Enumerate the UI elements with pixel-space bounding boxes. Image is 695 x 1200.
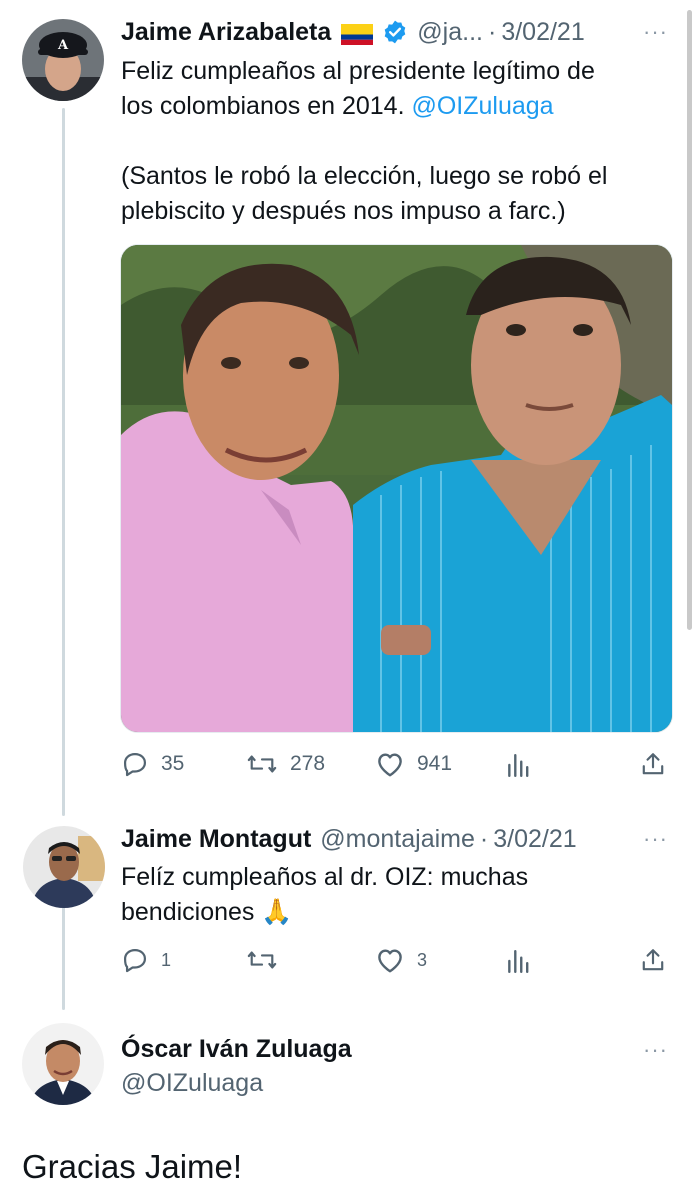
author-handle[interactable]: @montajaime: [320, 824, 475, 854]
tweet-text-line: bendiciones 🙏: [121, 895, 671, 930]
separator-dot: ·: [487, 18, 497, 46]
separator-dot: ·: [479, 825, 489, 853]
retweet-button[interactable]: 278: [246, 750, 325, 778]
more-options-icon[interactable]: ···: [643, 828, 668, 850]
tweet-date[interactable]: 3/02/21: [501, 17, 584, 47]
tweet-text: Gracias Jaime!: [22, 1148, 243, 1185]
retweet-count: 278: [290, 752, 326, 775]
avatar-jaime-montagut[interactable]: [23, 826, 105, 908]
reply-button[interactable]: 1: [121, 946, 171, 974]
praying-hands-emoji: 🙏: [261, 898, 293, 926]
more-options-icon[interactable]: ···: [643, 21, 668, 43]
author-handle[interactable]: @OIZuluaga: [121, 1068, 263, 1098]
avatar-image: [23, 826, 105, 908]
avatar-oscar-ivan-zuluaga[interactable]: [22, 1023, 104, 1105]
author-handle[interactable]: @ja...: [417, 17, 483, 47]
like-button[interactable]: 3: [375, 946, 427, 974]
heart-icon: [378, 753, 402, 777]
tweet-text-segment: bendiciones: [121, 898, 255, 926]
like-button[interactable]: 941: [375, 750, 452, 778]
like-count: 941: [417, 752, 453, 775]
mention-link[interactable]: @OIZuluaga: [411, 92, 553, 120]
scrollbar-thumb[interactable]: [687, 10, 692, 630]
photo-image: [121, 245, 672, 732]
tweet-header: Jaime Montagut @montajaime · 3/02/21: [121, 824, 577, 854]
retweet-icon: [247, 951, 277, 969]
analytics-icon: [508, 754, 529, 778]
reply-icon: [123, 948, 147, 973]
reply-count: 35: [161, 752, 185, 775]
tweet-text: Felíz cumpleaños al dr. OIZ: muchas bend…: [121, 860, 671, 930]
tweet-photo[interactable]: [120, 244, 673, 733]
analytics-button[interactable]: [504, 752, 532, 778]
author-name[interactable]: Jaime Arizabaleta: [121, 17, 331, 47]
tweet-text-line: Felíz cumpleaños al dr. OIZ: muchas: [121, 863, 529, 891]
share-button[interactable]: [640, 750, 666, 778]
heart-icon: [378, 949, 402, 973]
avatar-image: A: [22, 19, 104, 101]
svg-text:A: A: [57, 38, 69, 53]
share-icon: [642, 949, 664, 971]
tweet-date[interactable]: 3/02/21: [493, 824, 576, 854]
analytics-button[interactable]: [504, 948, 532, 974]
tweet-text-line: (Santos le robó la elección, luego se ro…: [121, 162, 608, 190]
tweet-text-segment: los colombianos en 2014.: [121, 92, 412, 120]
tweet-text-line: plebiscito y después nos impuso a farc.): [121, 197, 566, 225]
share-button[interactable]: [640, 946, 666, 974]
author-name[interactable]: Jaime Montagut: [121, 824, 311, 854]
thread-line-1: [62, 108, 65, 816]
avatar-image: [22, 1023, 104, 1105]
retweet-button[interactable]: [246, 946, 290, 974]
reply-button[interactable]: 35: [121, 750, 184, 778]
more-options-icon[interactable]: ···: [643, 1039, 668, 1061]
author-name[interactable]: Óscar Iván Zuluaga: [121, 1034, 352, 1064]
retweet-icon: [247, 755, 277, 773]
tweet-handle-row: @OIZuluaga: [121, 1068, 263, 1098]
tweet-header: Jaime Arizabaleta @ja... · 3/02/21: [121, 17, 585, 47]
reply-icon: [123, 752, 147, 777]
like-count: 3: [417, 949, 428, 970]
colombia-flag-icon: [341, 22, 374, 45]
analytics-icon: [508, 950, 529, 974]
tweet-text-line: Feliz cumpleaños al presidente legítimo …: [121, 57, 595, 85]
share-icon: [642, 753, 664, 775]
tweet-header: Óscar Iván Zuluaga: [121, 1034, 352, 1064]
tweet-text-line: los colombianos en 2014. @OIZuluaga: [121, 89, 671, 124]
tweet-text: Feliz cumpleaños al presidente legítimo …: [121, 54, 671, 229]
reply-count: 1: [161, 949, 172, 970]
avatar-jaime-arizabaleta[interactable]: A: [22, 19, 104, 101]
verified-badge-icon: [382, 19, 408, 45]
